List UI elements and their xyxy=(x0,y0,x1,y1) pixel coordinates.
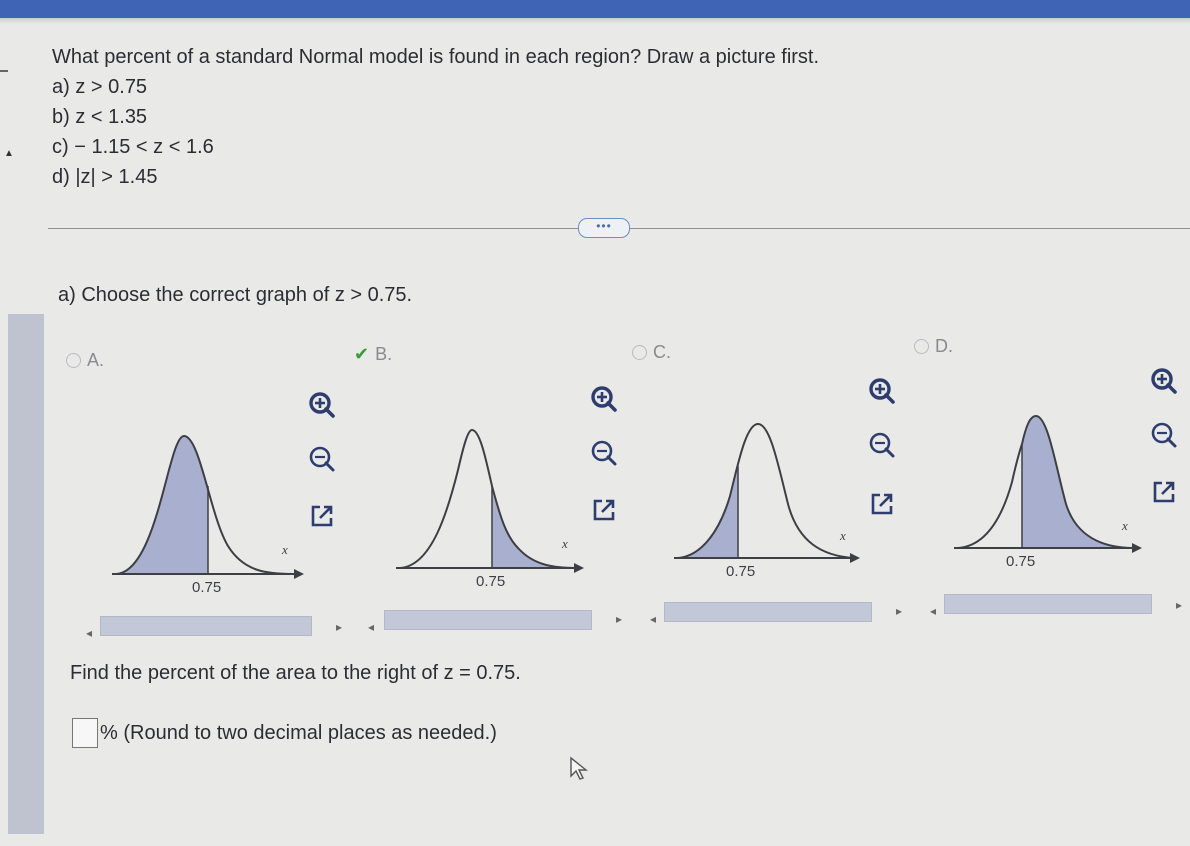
left-scroll-rail[interactable] xyxy=(8,314,44,834)
graph-d: x 0.75 xyxy=(954,414,1142,570)
graph-c-tick-label: 0.75 xyxy=(726,563,755,580)
question-part-b: b) z < 1.35 xyxy=(52,106,148,128)
question-part-c: c) − 1.15 < z < 1.6 xyxy=(52,136,214,158)
graph-c: x 0.75 xyxy=(674,422,860,580)
zoom-out-icon[interactable] xyxy=(866,430,898,462)
zoom-in-icon[interactable] xyxy=(866,376,898,408)
graph-b-axis-label: x xyxy=(561,536,568,551)
graph-a-tick-label: 0.75 xyxy=(192,579,221,596)
graph-d-tick-label: 0.75 xyxy=(1006,553,1035,570)
zoom-in-icon[interactable] xyxy=(1148,366,1180,398)
find-percent-prompt: Find the percent of the area to the righ… xyxy=(70,662,521,684)
question-block: What percent of a standard Normal model … xyxy=(52,42,819,192)
percent-answer-input[interactable] xyxy=(72,718,98,748)
graph-a-shaded-region xyxy=(116,436,208,574)
question-part-d: d) |z| > 1.45 xyxy=(52,166,158,188)
option-a-radio[interactable] xyxy=(66,353,81,368)
scroll-right-icon[interactable]: ▸ xyxy=(336,620,342,634)
option-b-label: B. xyxy=(375,344,393,364)
option-c-radio[interactable] xyxy=(632,345,647,360)
subquestion-a: a) Choose the correct graph of z > 0.75. xyxy=(58,284,413,306)
zoom-out-icon[interactable] xyxy=(306,444,338,476)
top-bar xyxy=(0,0,1190,18)
collapse-caret-icon[interactable]: ▲ xyxy=(4,148,14,159)
question-prompt: What percent of a standard Normal model … xyxy=(52,46,820,68)
graph-c-axis-label: x xyxy=(839,528,846,543)
graph-b-curve xyxy=(399,428,577,569)
graph-c-curve xyxy=(677,422,855,559)
graph-b-scrollbar[interactable] xyxy=(384,610,592,630)
graph-b-tick-label: 0.75 xyxy=(476,573,505,590)
option-c[interactable]: C. xyxy=(632,342,671,363)
scroll-right-icon[interactable]: ▸ xyxy=(1176,598,1182,612)
option-d-label: D. xyxy=(935,336,953,356)
graph-c-shaded-region xyxy=(678,466,738,558)
top-bar-shadow xyxy=(0,18,1190,24)
scroll-left-icon[interactable]: ◂ xyxy=(930,604,936,618)
graph-a: x 0.75 xyxy=(112,434,304,596)
option-a-label: A. xyxy=(87,350,105,370)
graph-c-scrollbar[interactable] xyxy=(664,602,872,622)
scroll-left-icon[interactable]: ◂ xyxy=(650,612,656,626)
option-c-label: C. xyxy=(653,342,671,362)
option-a[interactable]: A. xyxy=(66,350,104,371)
answer-row: % (Round to two decimal places as needed… xyxy=(72,718,497,748)
graph-a-scrollbar[interactable] xyxy=(100,616,312,636)
zoom-out-icon[interactable] xyxy=(588,438,620,470)
open-new-window-icon[interactable] xyxy=(588,494,620,526)
graph-d-scrollbar[interactable] xyxy=(944,594,1152,614)
more-button[interactable]: ••• xyxy=(578,218,630,238)
zoom-out-icon[interactable] xyxy=(1148,420,1180,452)
scroll-left-icon[interactable]: ◂ xyxy=(86,626,92,640)
scroll-right-icon[interactable]: ▸ xyxy=(896,604,902,618)
mouse-pointer-icon xyxy=(570,756,588,780)
check-icon: ✔ xyxy=(354,344,370,364)
open-new-window-icon[interactable] xyxy=(306,500,338,532)
option-d-radio[interactable] xyxy=(914,339,929,354)
scroll-left-icon[interactable]: ◂ xyxy=(368,620,374,634)
graph-d-shaded-region xyxy=(1022,416,1134,548)
graph-d-axis-label: x xyxy=(1121,518,1128,533)
open-new-window-icon[interactable] xyxy=(866,488,898,520)
zoom-in-icon[interactable] xyxy=(306,390,338,422)
graph-a-axis-label: x xyxy=(281,542,288,557)
question-part-a: a) z > 0.75 xyxy=(52,76,148,98)
open-new-window-icon[interactable] xyxy=(1148,476,1180,508)
graph-b: x 0.75 xyxy=(396,428,584,590)
answer-instructions: % (Round to two decimal places as needed… xyxy=(100,721,497,744)
scroll-right-icon[interactable]: ▸ xyxy=(616,612,622,626)
left-edge-marker xyxy=(0,70,8,72)
option-d[interactable]: D. xyxy=(914,336,953,357)
zoom-in-icon[interactable] xyxy=(588,384,620,416)
option-b[interactable]: ✔ B. xyxy=(354,344,392,365)
question-parts: a) z > 0.75 b) z < 1.35 c) − 1.15 < z < … xyxy=(52,72,819,192)
